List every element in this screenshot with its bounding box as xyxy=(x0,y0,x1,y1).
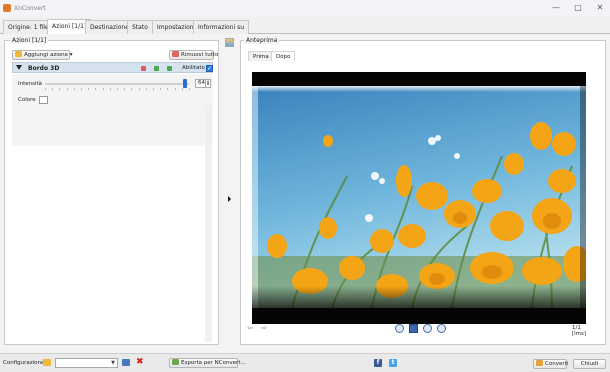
main-area: Azioni [1/1] Aggiungi azione ▾ Rimuovi t… xyxy=(0,34,610,353)
slider-tick xyxy=(117,88,118,90)
status-bar: Configurazione: ▼ ✖ Esporta per NConvert… xyxy=(0,353,610,372)
tab-prima[interactable]: Prima xyxy=(248,51,274,61)
move-up-icon[interactable] xyxy=(154,66,159,71)
collapse-arrow-icon[interactable] xyxy=(16,65,22,70)
tab-stato[interactable]: Stato xyxy=(127,20,153,34)
slider-tick xyxy=(138,88,140,90)
flower-photo xyxy=(252,86,586,308)
remove-all-label: Rimuovi tutto xyxy=(181,52,219,58)
export-icon xyxy=(172,359,179,365)
remove-icon[interactable] xyxy=(141,66,146,71)
slider-tick xyxy=(153,88,154,90)
minimize-icon[interactable]: — xyxy=(551,3,561,13)
main-tabbar: Origine: 1 file Azioni [1/1] Destinazion… xyxy=(0,17,610,35)
slider-tick xyxy=(124,88,126,90)
slider-tick xyxy=(52,88,54,90)
convert-button[interactable]: Converti xyxy=(533,359,569,369)
close-icon[interactable]: ✕ xyxy=(595,3,605,13)
add-action-button[interactable]: Aggiungi azione ▾ xyxy=(12,50,73,60)
page-info: 1/1 [lms] xyxy=(572,325,587,337)
app-logo-icon xyxy=(3,4,11,12)
intensity-label: Intensità xyxy=(18,81,43,87)
action-params: Intensità 64 ▲ ▼ Colore xyxy=(12,74,213,146)
actions-group-title: Azioni [1/1] xyxy=(10,37,49,44)
slider-tick xyxy=(66,88,68,90)
title-bar: XnConvert — □ ✕ xyxy=(0,0,610,17)
twitter-icon[interactable]: t xyxy=(389,359,397,367)
preview-canvas[interactable] xyxy=(252,72,586,324)
tab-dopo[interactable]: Dopo xyxy=(271,51,296,61)
chevron-down-icon[interactable]: ▼ xyxy=(111,360,115,366)
move-down-icon[interactable] xyxy=(167,66,172,71)
close-button[interactable]: Chiudi xyxy=(573,359,606,369)
splitter-arrow-icon[interactable] xyxy=(228,196,231,202)
prev-icon[interactable]: ⇦ xyxy=(246,324,254,332)
zoom-icon[interactable] xyxy=(423,324,432,333)
intensity-slider-thumb[interactable] xyxy=(182,79,187,88)
folder-icon[interactable] xyxy=(43,359,51,366)
zoom-in-icon[interactable] xyxy=(395,324,404,333)
delete-icon[interactable]: ✖ xyxy=(136,357,144,367)
config-combo[interactable]: ▼ xyxy=(55,358,118,368)
slider-tick xyxy=(45,88,46,90)
actions-scrollbar[interactable] xyxy=(205,106,212,342)
slider-tick xyxy=(160,88,162,90)
color-label: Colore xyxy=(18,97,36,103)
enabled-label: Abilitato xyxy=(182,65,205,71)
preview-group: Anteprima Prima Dopo xyxy=(240,37,606,345)
preview-toolbar: ⇦ ⇨ 1/1 [lms] xyxy=(0,323,586,337)
slider-tick xyxy=(189,88,190,90)
slider-tick xyxy=(181,88,183,90)
window-title: XnConvert xyxy=(14,5,46,12)
slider-tick xyxy=(88,88,90,90)
tab-informazioni[interactable]: Informazioni su xyxy=(193,20,250,34)
intensity-spinbox[interactable]: 64 ▲ ▼ xyxy=(195,79,211,88)
intensity-slider-track[interactable] xyxy=(45,83,189,85)
convert-icon xyxy=(536,360,543,366)
slider-tick xyxy=(59,88,61,90)
maximize-icon[interactable]: □ xyxy=(573,3,583,13)
intensity-slider-ticks xyxy=(45,88,190,92)
color-swatch[interactable] xyxy=(39,96,48,104)
preview-group-title: Anteprima xyxy=(244,37,280,44)
slider-tick xyxy=(167,88,169,90)
next-icon[interactable]: ⇨ xyxy=(260,324,268,332)
zoom-out-icon[interactable] xyxy=(437,324,446,333)
preview-toggle-icon[interactable] xyxy=(225,38,234,47)
save-icon[interactable] xyxy=(122,359,130,366)
slider-tick xyxy=(174,88,176,90)
fit-icon[interactable] xyxy=(409,324,418,333)
preview-image xyxy=(252,86,586,308)
slider-tick xyxy=(145,88,147,90)
slider-tick xyxy=(95,88,97,90)
add-action-icon xyxy=(15,51,22,57)
intensity-value: 64 xyxy=(198,80,205,86)
action-name: Bordo 3D xyxy=(28,65,60,72)
slider-tick xyxy=(131,88,133,90)
slider-tick xyxy=(109,88,111,90)
slider-tick xyxy=(102,88,104,90)
slider-tick xyxy=(73,88,75,90)
export-nconvert-button[interactable]: Esporta per NConvert... xyxy=(169,358,246,368)
facebook-icon[interactable]: f xyxy=(374,359,382,367)
remove-all-icon xyxy=(172,51,179,57)
add-action-label: Aggiungi azione xyxy=(24,52,69,58)
export-label: Esporta per NConvert... xyxy=(181,360,246,366)
remove-all-button[interactable]: Rimuovi tutto xyxy=(169,50,218,60)
slider-tick xyxy=(81,88,82,90)
enabled-checkbox[interactable]: ✓ xyxy=(206,65,213,72)
convert-label: Converti xyxy=(545,361,569,367)
action-header-bordo-3d[interactable]: Bordo 3D Abilitato ✓ xyxy=(12,62,213,73)
config-label: Configurazione: xyxy=(3,360,47,366)
spin-arrows-icon[interactable]: ▲ ▼ xyxy=(205,80,210,87)
